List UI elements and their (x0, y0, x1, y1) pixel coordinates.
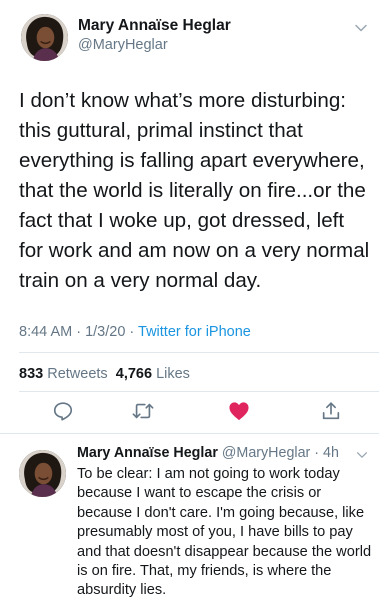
reply-icon (53, 402, 73, 421)
retweet-button[interactable] (130, 398, 156, 424)
retweet-icon (132, 403, 154, 419)
tweet-meta: 8:44 AM · 1/3/20 · Twitter for iPhone (19, 324, 251, 340)
tweet-stats: 833 Retweets 4,766 Likes (19, 366, 190, 382)
likes-count: 4,766 (115, 366, 153, 382)
retweets-stat[interactable]: 833 Retweets (19, 366, 108, 382)
action-bar (0, 398, 379, 428)
tweet-time[interactable]: 8:44 AM · 1/3/20 · (19, 324, 138, 340)
main-tweet: Mary Annaïse Heglar @MaryHeglar I don’t … (0, 0, 379, 435)
author-avatar[interactable] (21, 14, 68, 61)
reply-author-name[interactable]: Mary Annaïse Heglar (77, 445, 218, 461)
avatar-image (19, 450, 66, 497)
likes-stat[interactable]: 4,766 Likes (116, 366, 190, 382)
tweet-source[interactable]: Twitter for iPhone (138, 324, 251, 340)
reply-header: Mary Annaïse Heglar @MaryHeglar · 4h (77, 445, 339, 461)
author-handle[interactable]: @MaryHeglar (78, 37, 168, 53)
retweets-label: Retweets (47, 366, 108, 382)
divider (19, 352, 379, 353)
avatar-image (21, 14, 68, 61)
retweets-count: 833 (19, 366, 44, 382)
reply-text: To be clear: I am not going to work toda… (77, 466, 372, 599)
like-button[interactable] (226, 398, 252, 424)
reply-author-avatar[interactable] (19, 450, 66, 497)
chevron-down-icon[interactable] (355, 448, 369, 462)
share-button[interactable] (318, 398, 344, 424)
share-icon (322, 402, 340, 420)
likes-label: Likes (156, 366, 190, 382)
chevron-down-icon[interactable] (353, 20, 369, 36)
reply-button[interactable] (50, 398, 76, 424)
reply-tweet[interactable]: Mary Annaïse Heglar @MaryHeglar · 4h To … (0, 436, 379, 600)
reply-author-handle[interactable]: @MaryHeglar · 4h (222, 445, 339, 461)
tweet-text: I don’t know what’s more disturbing: thi… (19, 89, 370, 292)
tweet-separator (0, 433, 379, 434)
divider (19, 391, 379, 392)
author-name[interactable]: Mary Annaïse Heglar (78, 17, 231, 35)
heart-icon (229, 402, 249, 421)
